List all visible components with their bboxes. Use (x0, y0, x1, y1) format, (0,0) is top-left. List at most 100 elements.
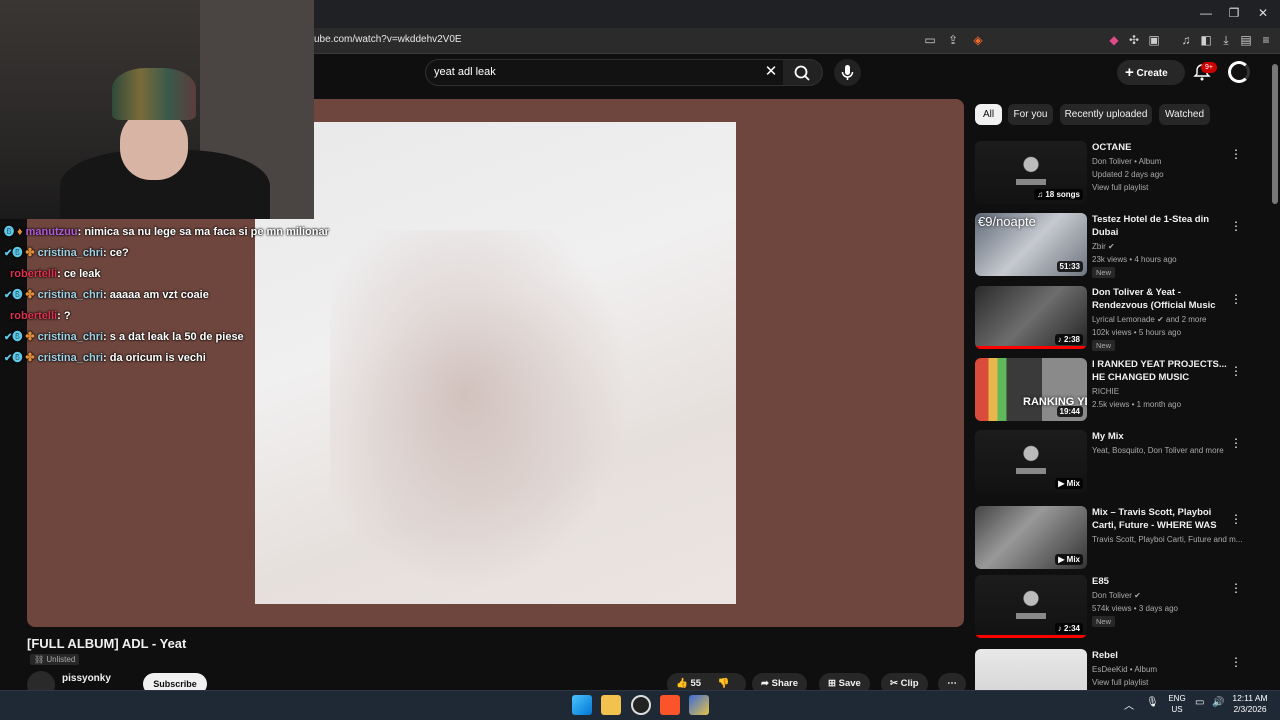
tray-mic-icon[interactable]: 🎙 (1146, 697, 1159, 708)
more-vertical-icon[interactable]: ⋮ (1230, 512, 1242, 526)
related-video-item[interactable]: ♪ 2:38 Don Toliver & Yeat - Rendezvous (O… (975, 286, 1250, 354)
webcam-person-cap (112, 68, 196, 120)
related-video-item[interactable]: RANKING YEAT19:44I RANKED YEAT PROJECTS.… (975, 358, 1250, 426)
account-avatar[interactable] (1228, 61, 1250, 83)
chip-for-you[interactable]: For you (1008, 104, 1053, 125)
display-icon[interactable]: ▭ (1195, 697, 1204, 708)
more-vertical-icon[interactable]: ⋮ (1230, 436, 1242, 450)
video-thumbnail[interactable]: €9/noapte 51:33 (975, 213, 1087, 276)
stream-chat-overlay: 🅑 ♦ manutzuu: nimica sa nu lege sa ma faca… (4, 225, 364, 372)
chip-all[interactable]: All (975, 104, 1002, 125)
new-badge: New (1092, 267, 1116, 278)
more-vertical-icon[interactable]: ⋮ (1230, 581, 1242, 595)
chat-role-icon: ✤ (25, 289, 35, 301)
more-vertical-icon[interactable]: ⋮ (1230, 147, 1242, 161)
more-vertical-icon[interactable]: ⋮ (1230, 292, 1242, 306)
language-indicator[interactable]: ENG US (1166, 693, 1188, 715)
link-icon: ⛓ (34, 655, 45, 664)
chat-badge-icon: ✔🅑 (4, 290, 23, 301)
chat-role-icon: ✤ (25, 331, 35, 343)
chat-message: ✔🅑 ✤ cristina_chri: aaaaa am vzt coaie (4, 288, 364, 309)
video-content-figure (330, 230, 630, 590)
thumbnail-figure (1013, 442, 1049, 480)
like-button[interactable]: 👍 55 (676, 678, 701, 689)
more-vertical-icon[interactable]: ⋮ (1230, 364, 1242, 378)
close-window-icon[interactable]: ✕ (1252, 4, 1274, 22)
chat-username: cristina_chri (37, 331, 104, 343)
search-button[interactable] (783, 59, 823, 86)
related-video-item[interactable]: ♪ 2:34 E85 Don Toliver ✔ 574k views • 3 day… (975, 575, 1250, 643)
obs-icon[interactable] (631, 695, 651, 715)
chat-colon: : (103, 247, 110, 259)
related-video-meta: Don Toliver • Album (1092, 157, 1162, 166)
voice-search-button[interactable] (834, 59, 861, 86)
related-video-title[interactable]: I RANKED YEAT PROJECTS... HE CHANGED MUS… (1092, 358, 1232, 384)
more-vertical-icon[interactable]: ⋮ (1230, 219, 1242, 233)
maximize-icon[interactable]: ❐ (1223, 4, 1245, 22)
related-video-title[interactable]: My Mix (1092, 430, 1232, 443)
brave-shields-icon[interactable]: ◈ (970, 32, 986, 48)
tray-chevron-icon[interactable]: ︿ (1124, 697, 1134, 712)
chat-role-icon: ✤ (25, 247, 35, 259)
video-thumbnail[interactable]: ▶ Mix (975, 430, 1087, 493)
related-video-title[interactable]: Testez Hotel de 1-Stea din Dubai (1092, 213, 1232, 239)
related-video-item[interactable]: ▶ Mix My Mix Yeat, Bosquito, Don Toliver a… (975, 430, 1250, 498)
video-thumbnail[interactable]: ▶ Mix (975, 506, 1087, 569)
lang-region: US (1171, 705, 1183, 714)
lang-code: ENG (1168, 694, 1186, 703)
tab-icon[interactable]: ▣ (1146, 32, 1162, 48)
related-video-meta: 102k views • 5 hours ago (1092, 328, 1182, 337)
related-video-item[interactable]: ▶ Mix Mix – Travis Scott, Playboi Carti, … (975, 506, 1250, 574)
music-icon[interactable]: ♫ (1178, 32, 1194, 48)
related-video-title[interactable]: Mix – Travis Scott, Playboi Carti, Futur… (1092, 506, 1232, 532)
related-video-title[interactable]: Rebel (1092, 649, 1232, 662)
menu-icon[interactable]: ≡ (1258, 32, 1274, 48)
chat-text: nimica sa nu lege sa ma faca si pe mn mi… (84, 226, 329, 238)
chat-colon: : (57, 310, 64, 322)
system-clock[interactable]: 12:11 AM 2/3/2026 (1232, 693, 1268, 715)
create-button[interactable]: + Create (1117, 60, 1185, 85)
cast-icon[interactable]: ▭ (922, 32, 938, 48)
brave-rewards-icon[interactable]: ◆ (1106, 32, 1122, 48)
related-video-item[interactable]: €9/noapte 51:33 Testez Hotel de 1-Stea din… (975, 213, 1250, 281)
chat-username: cristina_chri (37, 247, 104, 259)
video-thumbnail[interactable]: ♫ 18 songs (975, 141, 1087, 204)
duration-badge: ♫ 18 songs (1034, 189, 1083, 200)
thumbnail-figure (1013, 153, 1049, 191)
related-video-meta: Don Toliver ✔ (1092, 591, 1141, 600)
dislike-button[interactable]: 👎 (718, 678, 730, 689)
volume-icon[interactable]: 🔊 (1212, 697, 1224, 708)
video-thumbnail[interactable]: ♪ 2:34 (975, 575, 1087, 638)
video-thumbnail[interactable]: ♪ 2:38 (975, 286, 1087, 349)
related-video-item[interactable]: ♫ 18 songs OCTANE Don Toliver • Album Updat… (975, 141, 1250, 209)
sidebar-icon[interactable]: ◧ (1198, 32, 1214, 48)
chip-recently-uploaded[interactable]: Recently uploaded (1060, 104, 1152, 125)
related-video-title[interactable]: E85 (1092, 575, 1232, 588)
video-thumbnail[interactable]: RANKING YEAT19:44 (975, 358, 1087, 421)
extensions-icon[interactable]: ✣ (1126, 32, 1142, 48)
related-video-meta: Travis Scott, Playboi Carti, Future and … (1092, 535, 1242, 544)
related-video-title[interactable]: OCTANE (1092, 141, 1232, 154)
related-video-title[interactable]: Don Toliver & Yeat - Rendezvous (Officia… (1092, 286, 1232, 312)
wallet-icon[interactable]: ▤ (1238, 32, 1254, 48)
related-video-meta: 574k views • 3 days ago (1092, 604, 1178, 613)
clear-search-icon[interactable]: ✕ (762, 62, 780, 82)
download-icon[interactable]: ⤓ (1218, 32, 1234, 48)
app-icon[interactable] (689, 695, 709, 715)
related-video-meta: View full playlist (1092, 183, 1149, 192)
share-page-icon[interactable]: ⇪ (945, 32, 961, 48)
brave-browser-icon[interactable] (660, 695, 680, 715)
channel-name[interactable]: pissyonky (62, 673, 111, 684)
chip-watched[interactable]: Watched (1159, 104, 1210, 125)
more-vertical-icon[interactable]: ⋮ (1230, 655, 1242, 669)
page-scrollbar-thumb[interactable] (1272, 64, 1278, 204)
address-bar[interactable]: ube.com/watch?v=wkddehv2V0E (314, 34, 462, 45)
chat-username: cristina_chri (37, 352, 104, 364)
search-icon (794, 65, 810, 81)
windows-start-icon[interactable] (572, 695, 592, 715)
file-explorer-icon[interactable] (601, 695, 621, 715)
minimize-icon[interactable]: — (1195, 4, 1217, 22)
scissors-icon: ✂ (890, 678, 898, 689)
chat-username: robertelli (10, 268, 58, 280)
chat-username: cristina_chri (37, 289, 104, 301)
